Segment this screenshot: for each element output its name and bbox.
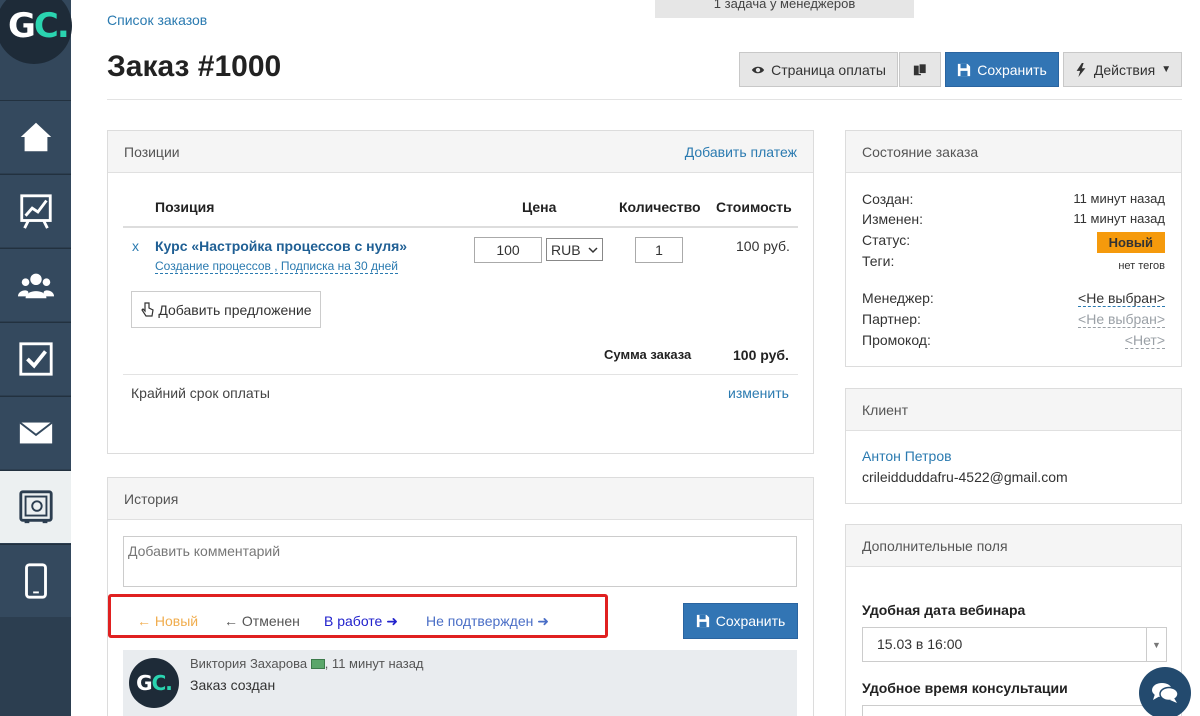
entry-time: , 11 минут назад bbox=[324, 656, 424, 671]
copy-icon bbox=[913, 62, 927, 75]
order-sum-value: 100 руб. bbox=[733, 347, 789, 363]
copy-button[interactable] bbox=[899, 52, 941, 87]
col-cost: Стоимость bbox=[716, 199, 792, 215]
floppy-icon bbox=[958, 63, 971, 76]
checkbox-icon bbox=[18, 342, 53, 376]
changed-value: 11 минут назад bbox=[1073, 211, 1165, 226]
manager-select-link[interactable]: <Не выбран> bbox=[1078, 290, 1165, 307]
lightning-icon bbox=[1076, 62, 1086, 77]
history-title: История bbox=[124, 491, 179, 507]
chart-icon bbox=[19, 194, 52, 229]
status-unconfirmed-button[interactable]: Не подтвержден ➜ bbox=[426, 613, 549, 630]
status-new-button[interactable]: ← Новый bbox=[137, 613, 198, 629]
sidebar-item-mobile[interactable] bbox=[0, 544, 71, 617]
sidebar-item-reports[interactable] bbox=[0, 174, 71, 247]
change-deadline-link[interactable]: изменить bbox=[728, 385, 789, 401]
add-payment-link[interactable]: Добавить платеж bbox=[685, 131, 797, 173]
partner-select-link[interactable]: <Не выбран> bbox=[1078, 311, 1165, 328]
sidebar-item-mail[interactable] bbox=[0, 396, 71, 469]
breadcrumb-orders-list[interactable]: Список заказов bbox=[107, 12, 207, 28]
safe-icon bbox=[18, 490, 53, 524]
col-position: Позиция bbox=[155, 199, 215, 215]
sidebar: GC. bbox=[0, 0, 72, 716]
history-entry: G C. Виктория Захарова , 11 минут назад З… bbox=[123, 650, 797, 716]
item-name-link[interactable]: Курс «Настройка процессов с нуля» bbox=[155, 238, 407, 254]
mail-icon bbox=[18, 421, 53, 444]
extra-fields-title: Дополнительные поля bbox=[862, 538, 1008, 554]
comment-textarea[interactable]: Добавить комментарий bbox=[123, 536, 797, 587]
eye-icon bbox=[751, 66, 765, 73]
sidebar-item-tasks[interactable] bbox=[0, 322, 71, 395]
entry-author: Виктория Захарова bbox=[190, 656, 308, 671]
chat-button[interactable] bbox=[1139, 667, 1191, 716]
hand-pointer-icon bbox=[141, 301, 155, 317]
col-quantity: Количество bbox=[619, 199, 701, 215]
chevron-down-icon: ▼ bbox=[1146, 628, 1166, 661]
save-history-button[interactable]: Сохранить bbox=[683, 603, 798, 639]
payment-deadline-label: Крайний срок оплаты bbox=[131, 385, 270, 401]
entry-text: Заказ создан bbox=[190, 677, 276, 693]
tags-value[interactable]: нет тегов bbox=[1118, 260, 1165, 272]
caret-down-icon: ▼ bbox=[1161, 64, 1172, 75]
sidebar-item-home[interactable] bbox=[0, 100, 71, 173]
item-offers-link[interactable]: Создание процессов , Подписка на 30 дней bbox=[155, 259, 398, 274]
webinar-date-select[interactable]: 15.03 в 16:00 ▼ bbox=[862, 627, 1167, 662]
tasks-bar[interactable]: 1 задача у менеджеров bbox=[655, 0, 914, 18]
add-offer-button[interactable]: Добавить предложение bbox=[131, 291, 321, 328]
currency-select[interactable]: RUB bbox=[546, 238, 603, 261]
price-input[interactable]: 100 bbox=[474, 237, 542, 263]
page-title: Заказ #1000 bbox=[107, 50, 282, 83]
money-icon bbox=[310, 659, 325, 669]
positions-title: Позиции bbox=[124, 144, 180, 160]
mobile-icon bbox=[24, 563, 47, 599]
item-cost: 100 руб. bbox=[736, 238, 790, 254]
client-title: Клиент bbox=[862, 402, 909, 418]
remove-item-button[interactable]: x bbox=[132, 238, 139, 254]
floppy-icon bbox=[696, 614, 709, 628]
chat-icon bbox=[1152, 683, 1179, 703]
client-name-link[interactable]: Антон Петров bbox=[862, 448, 952, 464]
sidebar-item-users[interactable] bbox=[0, 248, 71, 321]
users-icon bbox=[17, 273, 54, 299]
home-icon bbox=[20, 122, 51, 152]
client-panel: Клиент Антон Петров crileidduddafru-4522… bbox=[845, 388, 1182, 504]
order-state-panel: Состояние заказа Создан: 11 минут назад … bbox=[845, 130, 1182, 367]
sidebar-item-sales[interactable] bbox=[0, 470, 71, 543]
status-in-work-button[interactable]: В работе ➜ bbox=[324, 613, 398, 630]
chevron-down-icon bbox=[588, 246, 598, 253]
promo-select-link[interactable]: <Нет> bbox=[1124, 332, 1165, 349]
webinar-date-label: Удобная дата вебинара bbox=[862, 602, 1026, 618]
quantity-input[interactable]: 1 bbox=[635, 237, 683, 263]
status-cancelled-button[interactable]: ← Отменен bbox=[224, 613, 300, 629]
save-order-button[interactable]: Сохранить bbox=[945, 52, 1059, 87]
avatar: G C. bbox=[129, 658, 179, 708]
payment-page-button[interactable]: Страница оплаты bbox=[739, 52, 898, 87]
status-badge[interactable]: Новый bbox=[1096, 232, 1165, 253]
order-state-title: Состояние заказа bbox=[862, 144, 979, 160]
order-sum-label: Сумма заказа bbox=[604, 347, 692, 362]
col-price: Цена bbox=[522, 199, 557, 215]
created-value: 11 минут назад bbox=[1073, 191, 1165, 206]
consult-time-label: Удобное время консультации bbox=[862, 680, 1068, 696]
client-email: crileidduddafru-4522@gmail.com bbox=[862, 469, 1068, 485]
logo[interactable]: GC. bbox=[0, 0, 72, 100]
consult-time-select[interactable] bbox=[862, 705, 1167, 716]
header-divider bbox=[107, 99, 1182, 100]
actions-dropdown-button[interactable]: Действия ▼ bbox=[1063, 52, 1182, 87]
extra-fields-panel: Дополнительные поля Удобная дата вебинар… bbox=[845, 524, 1182, 716]
